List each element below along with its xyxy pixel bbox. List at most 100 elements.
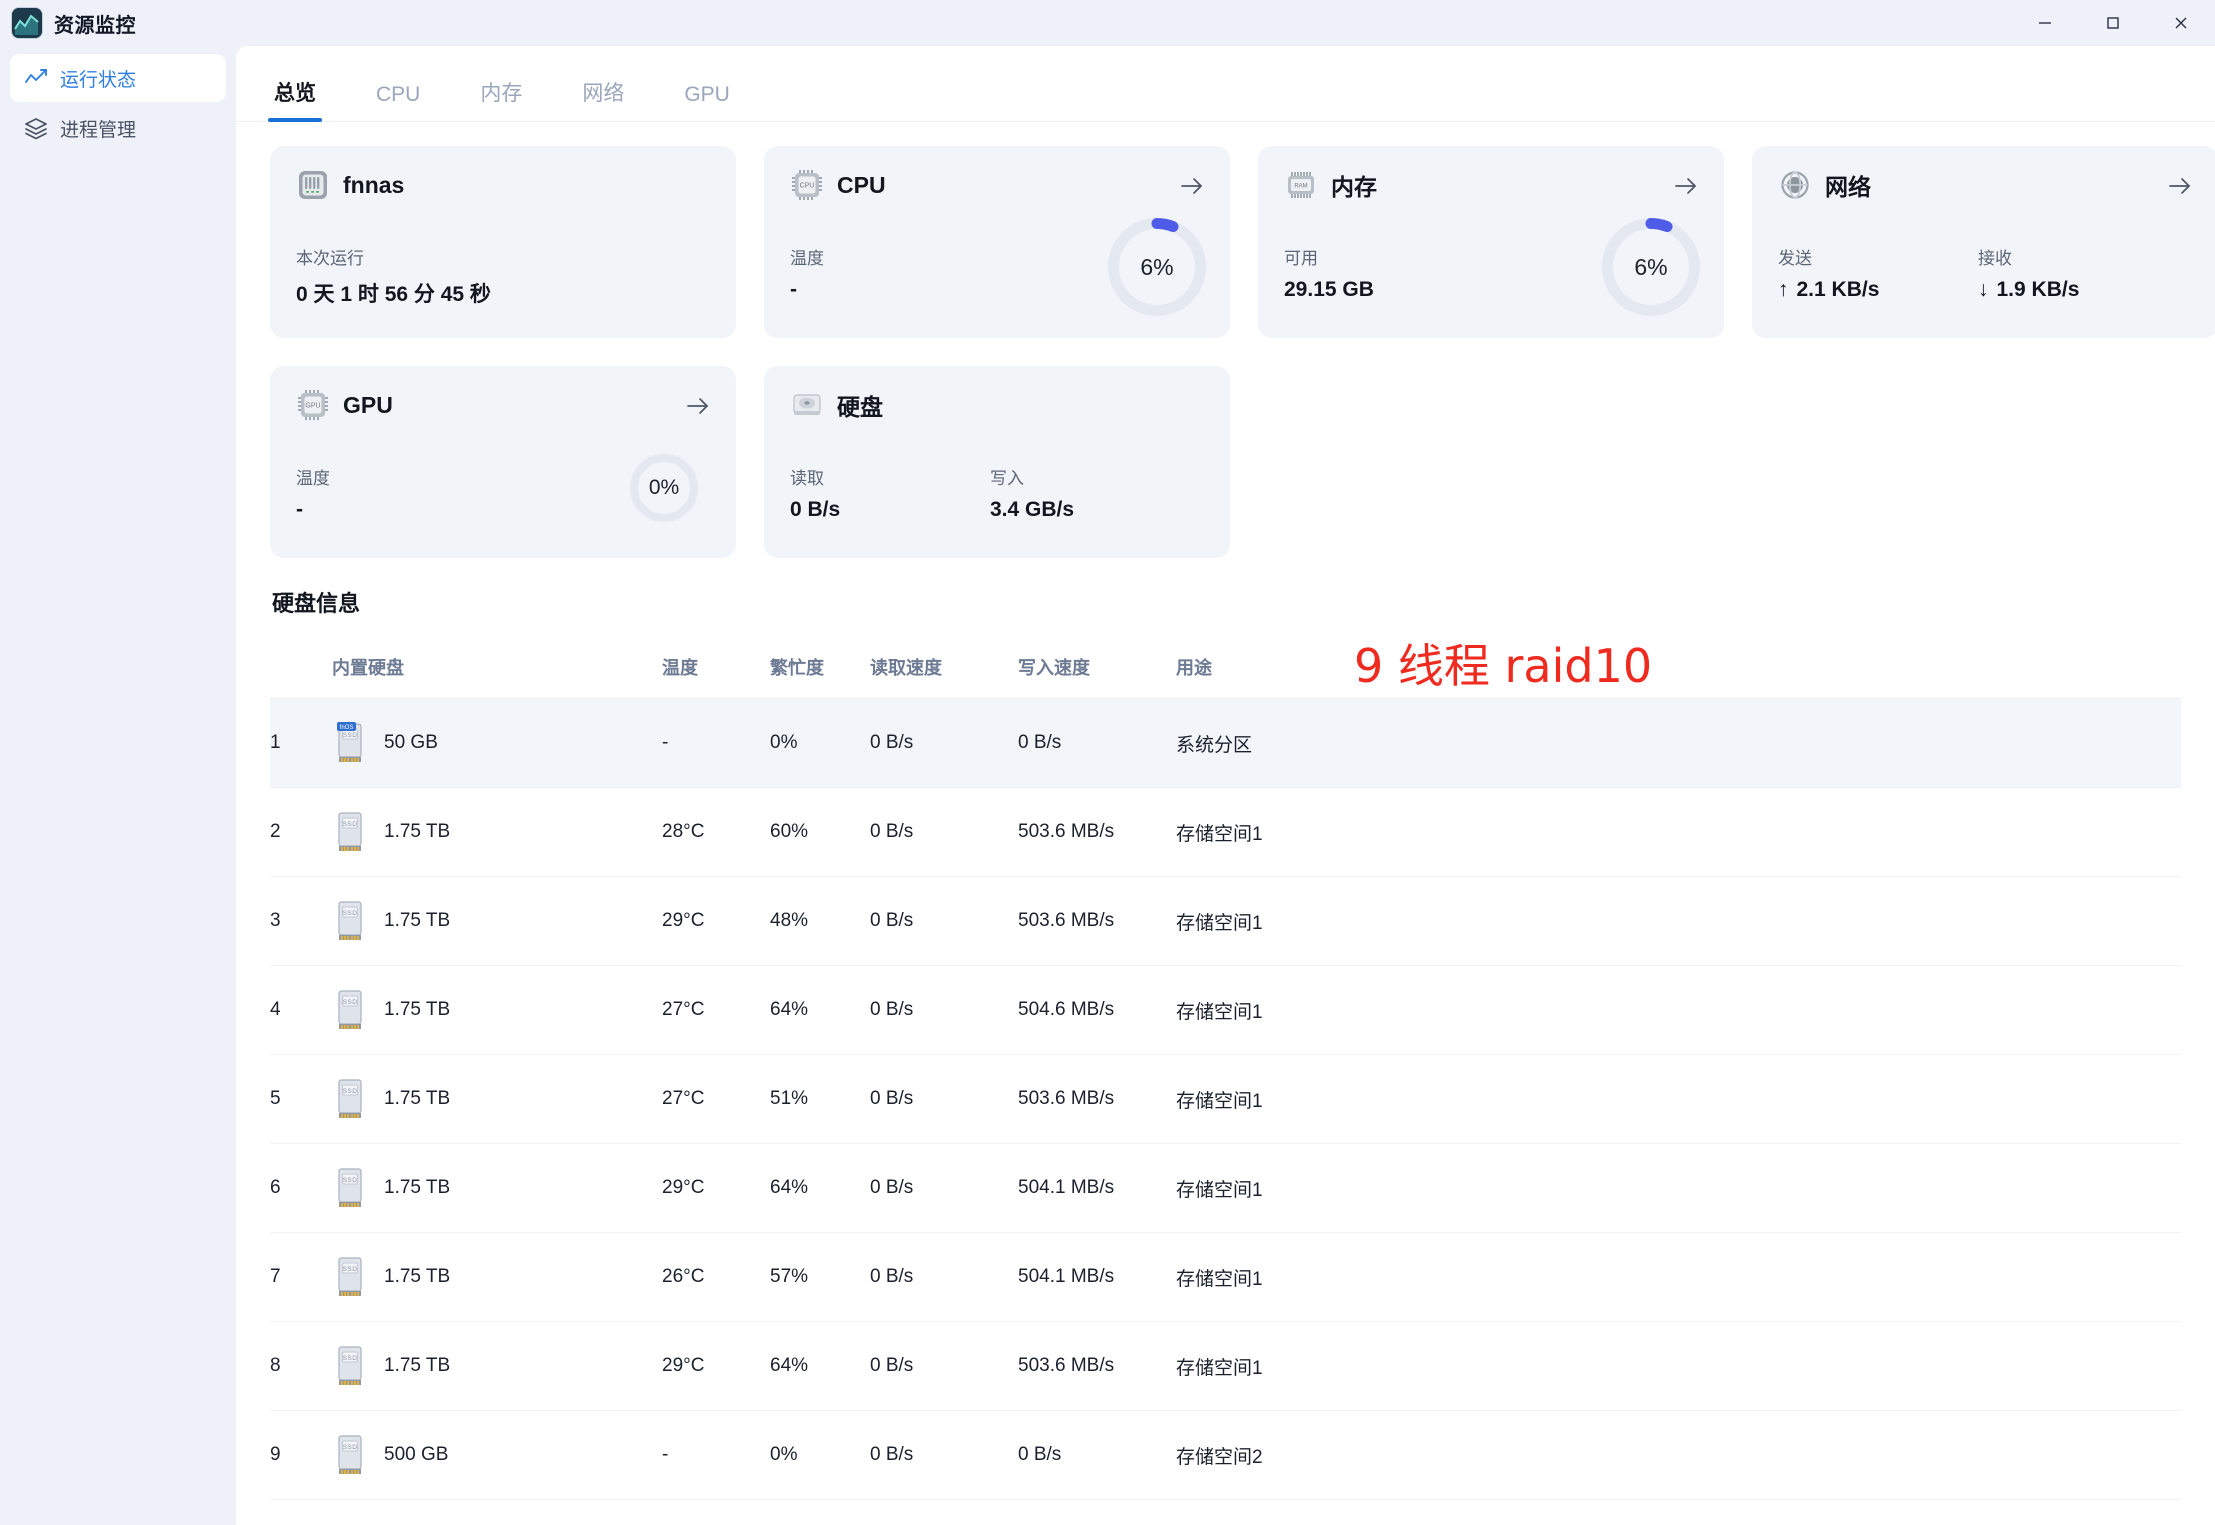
svg-text:SSD: SSD bbox=[343, 1177, 358, 1184]
table-row[interactable]: 6 SSD 1.75 TB 29°C 64% 0 B/s 504.1 MB/s … bbox=[270, 1143, 2181, 1233]
host-card[interactable]: fnnas 本次运行 0 天 1 时 56 分 45 秒 bbox=[270, 146, 736, 338]
tab-memory[interactable]: 内存 bbox=[476, 77, 526, 121]
table-row[interactable]: 3 SSD 1.75 TB 29°C 48% 0 B/s 503.6 MB/s … bbox=[270, 876, 2181, 966]
tab-bar: 总览 CPU 内存 网络 GPU bbox=[236, 46, 2215, 122]
memory-card-arrow-icon[interactable] bbox=[1672, 172, 1700, 200]
window-body: 运行状态 进程管理 总览 CPU 内存 网络 GPU fnnas 本次运行 0 … bbox=[0, 46, 2215, 1525]
disk-section-title: 硬盘信息 bbox=[272, 591, 361, 616]
table-row[interactable]: 9 SSD 500 GB - 0% 0 B/s 0 B/s 存储空间2 bbox=[270, 1410, 2181, 1500]
cell-busy: 0% bbox=[770, 1410, 870, 1500]
cell-index: 1 bbox=[270, 698, 332, 788]
table-row[interactable]: 2 SSD 1.75 TB 28°C 60% 0 B/s 503.6 MB/s … bbox=[270, 787, 2181, 877]
svg-text:SSD: SSD bbox=[343, 999, 358, 1006]
cell-disk-capacity: 1.75 TB bbox=[384, 999, 451, 1020]
card-title: 网络 bbox=[1825, 174, 1871, 200]
memory-available-label: 可用 bbox=[1284, 249, 1318, 268]
cell-busy: 64% bbox=[770, 1143, 870, 1233]
gpu-temp-value: - bbox=[296, 498, 303, 521]
svg-text:SSD: SSD bbox=[343, 1355, 358, 1362]
card-title: 硬盘 bbox=[837, 394, 883, 420]
sidebar-item-process-manager[interactable]: 进程管理 bbox=[10, 104, 226, 152]
tab-overview[interactable]: 总览 bbox=[268, 77, 322, 122]
cell-write-speed: 0 B/s bbox=[1018, 698, 1176, 788]
table-row[interactable]: 8 SSD 1.75 TB 29°C 64% 0 B/s 503.6 MB/s … bbox=[270, 1321, 2181, 1411]
disk-info-table: 内置硬盘 温度 繁忙度 读取速度 写入速度 用途 1 SSD fnOS 50 G… bbox=[270, 640, 2181, 1500]
tab-gpu[interactable]: GPU bbox=[680, 83, 734, 121]
cell-busy: 57% bbox=[770, 1232, 870, 1322]
cell-busy: 64% bbox=[770, 1321, 870, 1411]
cell-index: 6 bbox=[270, 1143, 332, 1233]
network-recv-rate: 1.9 KB/s bbox=[1996, 278, 2080, 301]
memory-card[interactable]: RAM 内存 可用 29.15 GB 6% bbox=[1258, 146, 1724, 338]
cell-write-speed: 503.6 MB/s bbox=[1018, 787, 1176, 877]
maximize-icon bbox=[2107, 17, 2119, 29]
gpu-card-arrow-icon[interactable] bbox=[684, 392, 712, 420]
network-card[interactable]: 网络 发送 ↑ 2.1 KB/s 接收 ↓ 1.9 KB/s bbox=[1752, 146, 2215, 338]
cell-write-speed: 504.1 MB/s bbox=[1018, 1143, 1176, 1233]
network-send-label: 发送 bbox=[1778, 249, 1812, 268]
cell-disk-capacity: 1.75 TB bbox=[384, 1266, 451, 1287]
tab-cpu[interactable]: CPU bbox=[372, 83, 424, 121]
table-header: 内置硬盘 温度 繁忙度 读取速度 写入速度 用途 bbox=[270, 640, 2181, 699]
cell-disk-capacity: 1.75 TB bbox=[384, 821, 451, 842]
cell-busy: 48% bbox=[770, 876, 870, 966]
table-row[interactable]: 5 SSD 1.75 TB 27°C 51% 0 B/s 503.6 MB/s … bbox=[270, 1054, 2181, 1144]
card-metrics: 发送 ↑ 2.1 KB/s 接收 ↓ 1.9 KB/s bbox=[1778, 244, 2192, 302]
card-title: 内存 bbox=[1331, 174, 1377, 200]
network-recv-value: ↓ 1.9 KB/s bbox=[1978, 278, 2178, 302]
cell-read-speed: 0 B/s bbox=[870, 787, 1018, 877]
app-window: 资源监控 运行状态 进程管理 总览 CPU 内存 网络 GPU fnnas 本次… bbox=[0, 0, 2215, 1525]
column-header-busy: 繁忙度 bbox=[770, 640, 870, 699]
ssd-drive-icon: SSD bbox=[332, 1166, 368, 1210]
svg-text:CPU: CPU bbox=[800, 183, 815, 190]
cell-temperature: 26°C bbox=[662, 1232, 770, 1322]
cell-busy: 64% bbox=[770, 965, 870, 1055]
uptime-value: 0 天 1 时 56 分 45 秒 bbox=[296, 283, 491, 306]
cpu-card-arrow-icon[interactable] bbox=[1178, 172, 1206, 200]
disk-read-value: 0 B/s bbox=[790, 498, 841, 521]
ssd-drive-icon: SSD fnOS bbox=[332, 721, 368, 765]
cell-disk: SSD 1.75 TB bbox=[332, 965, 662, 1055]
cell-read-speed: 0 B/s bbox=[870, 1321, 1018, 1411]
sidebar-item-running-status[interactable]: 运行状态 bbox=[10, 54, 226, 102]
cell-usage: 存储空间1 bbox=[1176, 787, 2181, 877]
close-button[interactable] bbox=[2147, 0, 2215, 46]
upload-arrow-icon: ↑ bbox=[1778, 278, 1789, 301]
table-row[interactable]: 7 SSD 1.75 TB 26°C 57% 0 B/s 504.1 MB/s … bbox=[270, 1232, 2181, 1322]
gpu-card[interactable]: GPU GPU 温度 - 0% bbox=[270, 366, 736, 558]
cell-index: 3 bbox=[270, 876, 332, 966]
disk-write-metric: 写入 3.4 GB/s bbox=[990, 464, 1190, 522]
cpu-temp-label: 温度 bbox=[790, 249, 824, 268]
disk-card[interactable]: 硬盘 读取 0 B/s 写入 3.4 GB/s bbox=[764, 366, 1230, 558]
cell-temperature: 29°C bbox=[662, 1143, 770, 1233]
cpu-chip-icon: CPU bbox=[790, 168, 824, 202]
column-header-index bbox=[270, 640, 332, 699]
cell-write-speed: 0 B/s bbox=[1018, 1410, 1176, 1500]
cpu-usage-value: 6% bbox=[1140, 253, 1174, 280]
cpu-card[interactable]: CPU CPU 温度 - 6% bbox=[764, 146, 1230, 338]
app-title: 资源监控 bbox=[54, 14, 136, 37]
table-row[interactable]: 4 SSD 1.75 TB 27°C 64% 0 B/s 504.6 MB/s … bbox=[270, 965, 2181, 1055]
column-header-disk: 内置硬盘 bbox=[332, 640, 662, 699]
cell-disk: SSD fnOS 50 GB bbox=[332, 698, 662, 788]
column-header-read: 读取速度 bbox=[870, 640, 1018, 699]
summary-card-row-2: GPU GPU 温度 - 0% 硬盘 读取 0 B/s 写入 3.4 GB/s bbox=[270, 366, 2181, 558]
cell-disk-capacity: 1.75 TB bbox=[384, 1177, 451, 1198]
cell-read-speed: 0 B/s bbox=[870, 1232, 1018, 1322]
cell-disk-capacity: 500 GB bbox=[384, 1444, 449, 1465]
column-header-write: 写入速度 bbox=[1018, 640, 1176, 699]
cpu-usage-gauge: 6% bbox=[1108, 218, 1206, 316]
cell-read-speed: 0 B/s bbox=[870, 1143, 1018, 1233]
minimize-button[interactable] bbox=[2011, 0, 2079, 46]
network-card-arrow-icon[interactable] bbox=[2166, 172, 2194, 200]
svg-text:RAM: RAM bbox=[1294, 184, 1307, 190]
gpu-usage-gauge: 0% bbox=[630, 454, 698, 522]
globe-network-icon bbox=[1778, 168, 1812, 202]
table-header-row: 内置硬盘 温度 繁忙度 读取速度 写入速度 用途 bbox=[270, 640, 2181, 699]
tab-network[interactable]: 网络 bbox=[578, 77, 628, 121]
table-body: 1 SSD fnOS 50 GB - 0% 0 B/s 0 B/s 系统分区 2… bbox=[270, 698, 2181, 1500]
maximize-button[interactable] bbox=[2079, 0, 2147, 46]
summary-card-row-1: fnnas 本次运行 0 天 1 时 56 分 45 秒 CPU CPU 温度 … bbox=[270, 146, 2215, 338]
table-row[interactable]: 1 SSD fnOS 50 GB - 0% 0 B/s 0 B/s 系统分区 bbox=[270, 698, 2181, 788]
activity-icon bbox=[24, 66, 48, 90]
